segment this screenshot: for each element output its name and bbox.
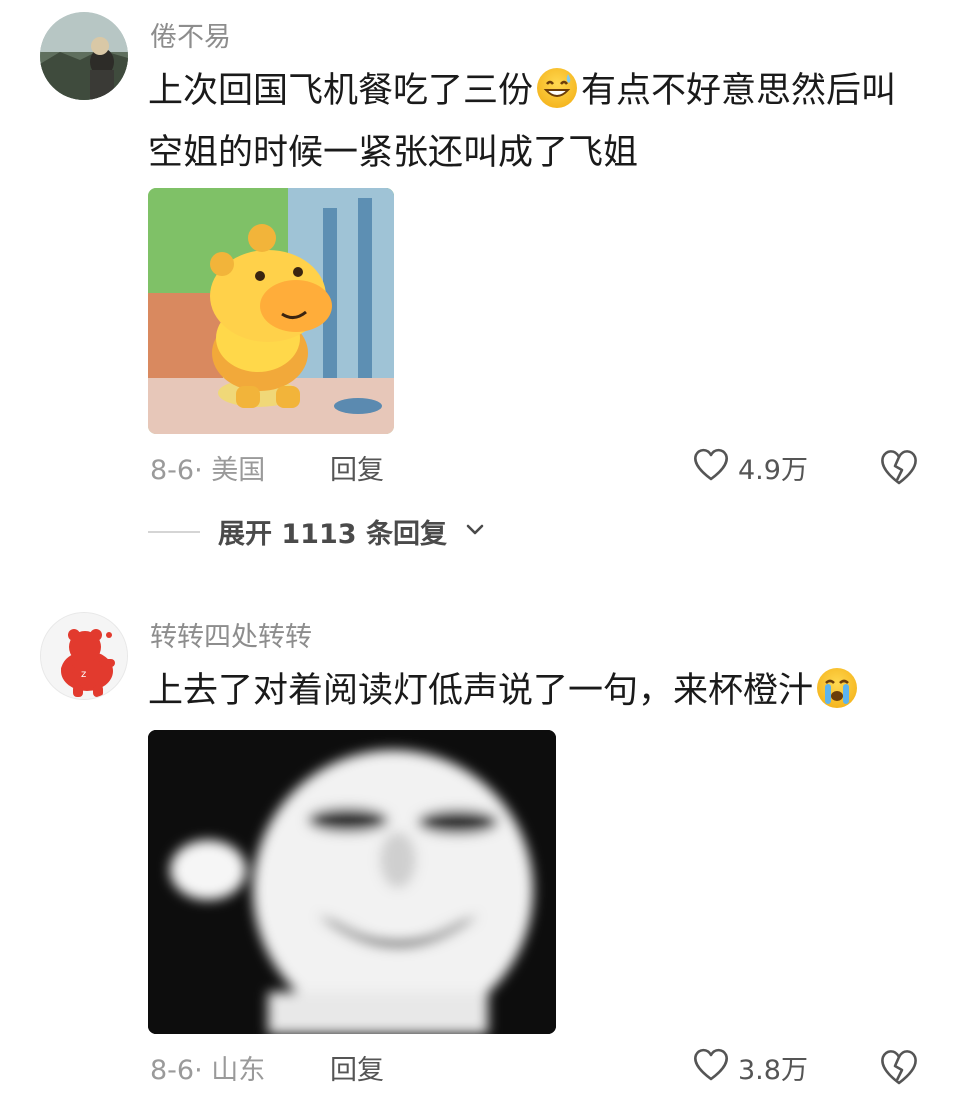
user-avatar[interactable]: z <box>40 612 128 700</box>
svg-text:z: z <box>81 669 86 680</box>
user-avatar[interactable] <box>40 12 128 100</box>
reply-button[interactable]: 回复 <box>330 448 384 487</box>
divider <box>148 530 200 533</box>
heart-outline-icon <box>692 1046 730 1089</box>
like-button[interactable]: 3.8万 <box>692 1046 808 1089</box>
comment-meta: 8-6· 美国 <box>150 455 266 486</box>
broken-heart-icon[interactable] <box>878 447 920 487</box>
comment-text-part: 上次回国飞机餐吃了三份 <box>148 71 534 111</box>
reply-button[interactable]: 回复 <box>330 1048 384 1087</box>
grinning-sweat-emoji-icon <box>537 68 578 108</box>
comment-text-part: 上去了对着阅读灯低声说了一句，来杯橙汁 <box>148 671 814 711</box>
heart-outline-icon <box>692 446 730 489</box>
chevron-down-icon <box>465 522 485 541</box>
comment-meta: 8-6· 山东 <box>150 1055 266 1086</box>
comment-item: 倦不易 上次回国飞机餐吃了三份有点不好意思然后叫空姐的时候一紧张还叫成了飞姐 <box>0 0 960 580</box>
like-button[interactable]: 4.9万 <box>692 446 808 489</box>
comment-text: 上去了对着阅读灯低声说了一句，来杯橙汁 <box>148 660 908 722</box>
comment-text: 上次回国飞机餐吃了三份 有点不好意思然后叫空姐的时候一紧张还叫成了飞姐 <box>148 60 908 184</box>
broken-heart-icon[interactable] <box>878 1047 920 1087</box>
comment-image[interactable] <box>148 730 556 1034</box>
comment-image[interactable] <box>148 188 394 434</box>
like-count: 3.8万 <box>738 1055 808 1086</box>
like-count: 4.9万 <box>738 455 808 486</box>
username[interactable]: 倦不易 <box>150 15 231 54</box>
comment-item: z 转转四处转转 上去了对着阅读灯低声说了一句，来杯橙汁 8-6· 山东 回复 … <box>0 600 960 1105</box>
username[interactable]: 转转四处转转 <box>150 615 312 654</box>
expand-replies-label: 展开 1113 条回复 <box>218 519 447 550</box>
expand-replies[interactable]: 展开 1113 条回复 <box>148 512 485 551</box>
crying-face-emoji-icon <box>817 668 858 708</box>
